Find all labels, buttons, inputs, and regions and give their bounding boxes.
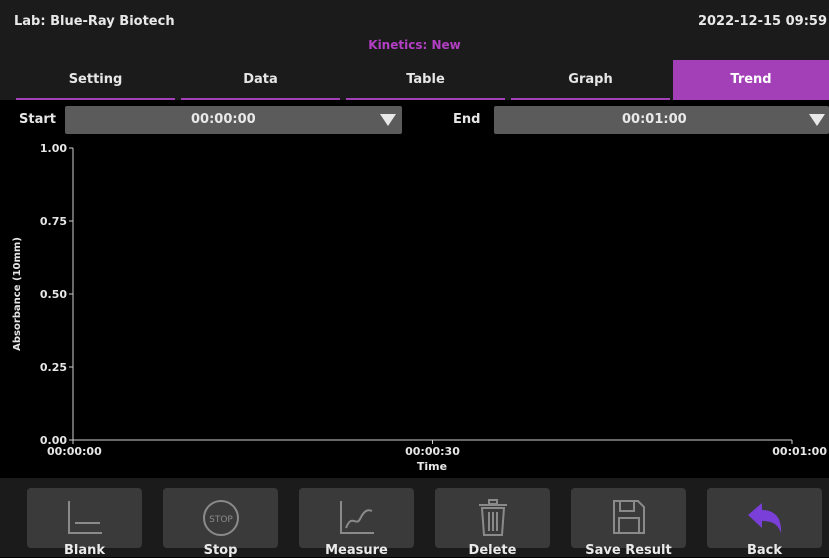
y-axis-title: Absorbance (10mm) [12,237,23,351]
tab-trend[interactable]: Trend [673,60,829,100]
save-result-button-label: Save Result [585,543,672,558]
mode-title: Kinetics: New [368,38,461,52]
tab-label: Trend [730,72,772,87]
end-time-dropdown[interactable]: 00:01:00 [494,106,829,134]
time-range-filter: Start 00:00:00 End 00:01:00 [0,106,829,136]
delete-button-label: Delete [468,543,517,558]
x-axis-title: Time [417,460,447,473]
end-time-value: 00:01:00 [622,112,687,127]
trash-icon [479,499,507,536]
measure-icon [340,501,374,534]
action-bar: STOP Blank Stop Measure Delete Save Resu… [0,478,829,558]
tab-graph[interactable]: Graph [508,60,673,100]
tab-label: Data [243,72,278,87]
stop-button[interactable]: STOP [163,488,278,548]
blank-button-label: Blank [63,543,106,558]
back-button-label: Back [746,543,783,558]
tab-bar: Setting Data Table Graph Trend [0,60,829,100]
y-tick-label: 1.00 [40,142,67,155]
tab-underline [16,98,175,100]
stop-button-label: Stop [203,543,238,558]
save-result-button[interactable] [571,488,686,548]
end-label: End [453,112,481,127]
svg-text:STOP: STOP [209,515,233,525]
tab-table[interactable]: Table [343,60,508,100]
measure-button-label: Measure [325,543,388,558]
tab-label: Graph [568,72,613,87]
x-tick-label: 00:00:00 [47,445,102,458]
tab-setting[interactable]: Setting [13,60,178,100]
y-tick-label: 0.75 [40,215,67,228]
trend-chart[interactable]: Absorbance (10mm) Time 0.00 0.25 0.50 0.75 1… [0,138,829,478]
tab-underline [346,98,505,100]
start-time-value: 00:00:00 [191,112,256,127]
blank-icon [68,501,102,534]
header-bar: Lab: Blue-Ray Biotech 2022-12-15 09:59 K… [0,0,829,60]
back-arrow-icon [748,503,782,533]
tab-underline [511,98,670,100]
start-label: Start [19,112,56,127]
stop-icon: STOP [203,500,239,536]
tab-data[interactable]: Data [178,60,343,100]
caret-down-icon [380,114,396,126]
lab-name: Lab: Blue-Ray Biotech [14,14,175,29]
date-time: 2022-12-15 09:59 [697,14,827,29]
y-tick-label: 0.25 [40,361,67,374]
trend-chart-svg: Absorbance (10mm) Time 0.000.250.500.751… [12,142,827,473]
tab-label: Table [406,72,445,87]
back-button[interactable] [707,488,822,548]
tab-underline [181,98,340,100]
start-time-dropdown[interactable]: 00:00:00 [65,106,402,134]
y-tick-label: 0.50 [40,288,67,301]
save-icon [613,500,645,534]
x-tick-label: 00:01:00 [772,445,827,458]
tab-label: Setting [68,72,123,87]
x-tick-label: 00:00:30 [405,445,460,458]
blank-button[interactable] [27,488,142,548]
caret-down-icon [809,114,825,126]
measure-button[interactable] [299,488,414,548]
delete-button[interactable] [435,488,550,548]
